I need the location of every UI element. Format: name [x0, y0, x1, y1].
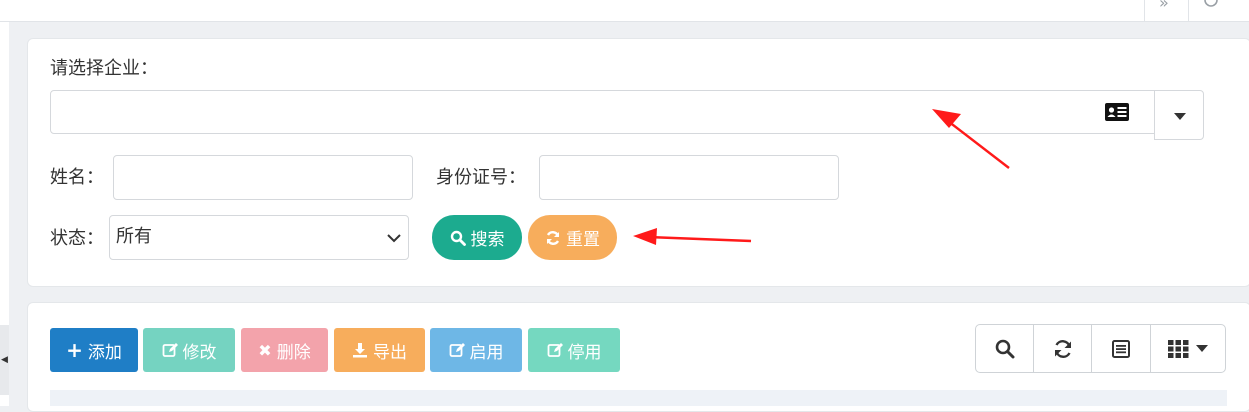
- search-icon: [995, 339, 1014, 358]
- close-circle-icon: [1204, 0, 1218, 7]
- edit-icon: [449, 343, 465, 357]
- edit-button-label: 修改: [182, 342, 217, 363]
- tabs-close-menu-button[interactable]: [1188, 0, 1249, 22]
- times-icon: ✖: [258, 340, 272, 360]
- id-number-input[interactable]: [539, 155, 839, 200]
- enterprise-select-input[interactable]: [50, 90, 1156, 134]
- id-card-icon: [1105, 103, 1129, 121]
- double-chevron-right-icon: »: [1159, 0, 1169, 12]
- search-icon: [450, 230, 466, 246]
- add-button-label: 添加: [87, 342, 122, 363]
- add-button[interactable]: + 添加: [50, 328, 138, 372]
- reset-button[interactable]: 重置: [528, 215, 617, 260]
- table-search-button[interactable]: [975, 324, 1034, 373]
- export-button-label: 导出: [373, 342, 407, 363]
- status-selected-value: 所有: [116, 226, 152, 247]
- edit-icon: [547, 343, 563, 357]
- table-header: [50, 390, 1227, 406]
- enable-button[interactable]: 启用: [430, 328, 522, 372]
- status-select[interactable]: 所有: [109, 215, 409, 260]
- caret-left-icon: ◀: [1, 355, 8, 365]
- refresh-icon: [546, 230, 560, 245]
- plus-icon: +: [66, 338, 83, 362]
- refresh-icon: [1054, 339, 1071, 358]
- chevron-down-icon: [387, 234, 401, 243]
- search-form-card: 请选择企业： 姓名： 身份证号： 状态： 所有 搜索 重置: [27, 38, 1249, 287]
- top-bar: »: [0, 0, 1249, 22]
- download-icon: [353, 343, 367, 358]
- name-label: 姓名：: [50, 167, 104, 188]
- disable-button-label: 停用: [567, 342, 602, 363]
- tabs-forward-button[interactable]: »: [1144, 0, 1188, 22]
- edit-icon: [162, 343, 178, 357]
- grid-icon: [1168, 339, 1189, 358]
- disable-button[interactable]: 停用: [528, 328, 620, 372]
- search-button-label: 搜索: [470, 230, 505, 250]
- status-label: 状态：: [50, 228, 104, 249]
- delete-button-label: 删除: [276, 342, 311, 363]
- table-columns-button[interactable]: [1150, 324, 1226, 373]
- table-refresh-button[interactable]: [1033, 324, 1092, 373]
- sidebar-toggle-button[interactable]: ◀: [0, 325, 9, 395]
- table-toggle-view-button[interactable]: [1091, 324, 1151, 373]
- list-icon: [1112, 339, 1130, 358]
- delete-button[interactable]: ✖ 删除: [241, 328, 328, 372]
- caret-down-icon: [1174, 113, 1186, 120]
- search-button[interactable]: 搜索: [432, 215, 522, 260]
- id-number-label: 身份证号：: [436, 167, 526, 188]
- export-button[interactable]: 导出: [334, 328, 425, 372]
- enterprise-dropdown-button[interactable]: [1154, 90, 1204, 140]
- caret-down-icon: [1196, 345, 1208, 352]
- edit-button[interactable]: 修改: [143, 328, 235, 372]
- reset-button-label: 重置: [566, 230, 600, 250]
- enterprise-label: 请选择企业：: [50, 58, 158, 79]
- name-input[interactable]: [113, 155, 413, 200]
- enable-button-label: 启用: [469, 342, 504, 363]
